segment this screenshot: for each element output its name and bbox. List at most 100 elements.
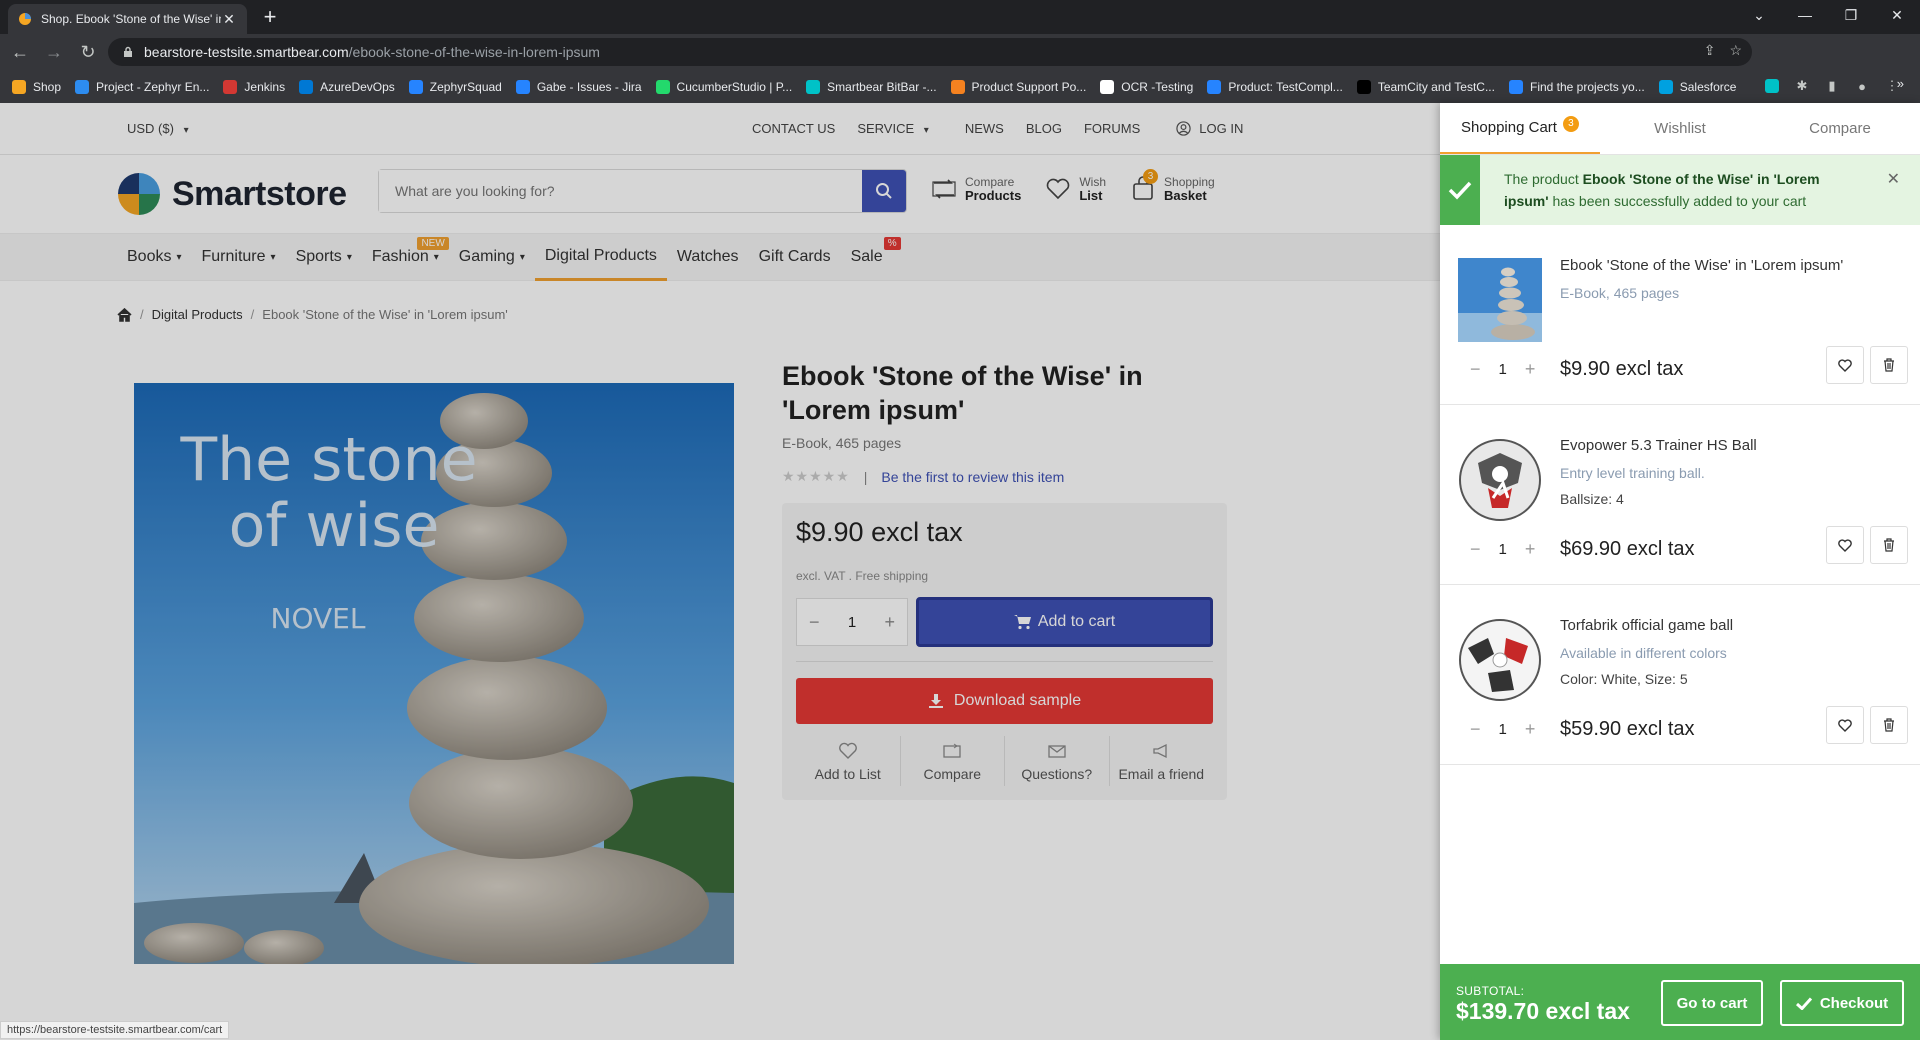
bookmark-label: Smartbear BitBar -...: [827, 79, 937, 94]
cart-quantity-stepper[interactable]: −1 +: [1470, 719, 1535, 740]
cart-quantity-stepper[interactable]: −1 +: [1470, 539, 1535, 560]
bookmark-favicon-icon: [408, 79, 423, 94]
bookmark-item[interactable]: Product: TestCompl...: [1207, 79, 1343, 94]
cart-quantity-value: 1: [1498, 721, 1507, 738]
tab-search-icon[interactable]: ⌄: [1736, 0, 1782, 30]
bookmark-favicon-icon: [1207, 79, 1222, 94]
bookmark-label: OCR -Testing: [1121, 79, 1194, 94]
cart-quantity-stepper[interactable]: −1 +: [1470, 359, 1535, 380]
move-to-wishlist-button[interactable]: [1826, 526, 1864, 564]
notice-pre: The product: [1504, 171, 1583, 187]
bookmark-favicon-icon: [12, 79, 26, 94]
tab-close-icon[interactable]: ✕: [221, 11, 237, 28]
bookmark-favicon-icon: [1356, 79, 1371, 94]
bookmark-label: Find the projects yo...: [1529, 79, 1645, 94]
bookmark-item[interactable]: CucumberStudio | P...: [655, 79, 793, 94]
bookmarks-overflow-icon[interactable]: »: [1897, 76, 1904, 91]
status-bar-url: https://bearstore-testsite.smartbear.com…: [0, 1021, 230, 1039]
tab-wishlist-label: Wishlist: [1654, 120, 1706, 137]
bookmark-item[interactable]: TeamCity and TestC...: [1356, 79, 1495, 94]
increment-icon[interactable]: +: [1525, 539, 1536, 560]
remove-item-button[interactable]: [1870, 346, 1908, 384]
move-to-wishlist-button[interactable]: [1826, 346, 1864, 384]
bookmark-item[interactable]: Shop: [12, 79, 61, 94]
cart-item: Evopower 5.3 Trainer HS Ball Entry level…: [1440, 405, 1920, 585]
increment-icon[interactable]: +: [1525, 719, 1536, 740]
cart-item-thumbnail[interactable]: [1458, 438, 1542, 522]
trash-icon: [1884, 538, 1894, 552]
bookmark-item[interactable]: Jenkins: [223, 79, 285, 94]
decrement-icon[interactable]: −: [1470, 359, 1481, 380]
browser-tab[interactable]: Shop. Ebook 'Stone of the Wise' in ✕: [8, 4, 247, 34]
book-thumbnail-image: [1458, 258, 1542, 342]
cart-item-name[interactable]: Evopower 5.3 Trainer HS Ball: [1560, 437, 1757, 454]
cart-footer: SUBTOTAL: $139.70 excl tax Go to cart Ch…: [1440, 964, 1920, 1040]
bookmark-favicon-icon: [299, 79, 314, 94]
tab-strip: Shop. Ebook 'Stone of the Wise' in ✕ + ⌄…: [0, 0, 1920, 34]
tab-wishlist[interactable]: Wishlist: [1600, 103, 1760, 154]
cart-item-desc: Available in different colors: [1560, 645, 1727, 661]
close-icon[interactable]: ✕: [1887, 169, 1900, 189]
cart-item-thumbnail[interactable]: [1458, 258, 1542, 342]
move-to-wishlist-button[interactable]: [1826, 706, 1864, 744]
bookmark-item[interactable]: OCR -Testing: [1100, 79, 1194, 94]
bookmarks-bar: Shop Project - Zephyr En... Jenkins AzureDe…: [0, 70, 1920, 103]
restore-button[interactable]: ❐: [1828, 0, 1874, 30]
back-button[interactable]: ←: [6, 38, 34, 66]
bookmark-label: Product Support Po...: [971, 79, 1087, 94]
minimize-button[interactable]: —: [1782, 0, 1828, 30]
bookmark-label: Salesforce: [1679, 79, 1737, 94]
heart-icon: [1838, 538, 1852, 552]
cart-item-price: $69.90 excl tax: [1560, 538, 1695, 560]
bookmark-item[interactable]: ZephyrSquad: [408, 79, 502, 94]
remove-item-button[interactable]: [1870, 526, 1908, 564]
url-path: /ebook-stone-of-the-wise-in-lorem-ipsum: [348, 44, 600, 60]
cart-quantity-value: 1: [1498, 361, 1507, 378]
cart-item-thumbnail[interactable]: [1458, 618, 1542, 702]
bookmark-item[interactable]: Project - Zephyr En...: [75, 79, 210, 94]
bookmark-item[interactable]: Smartbear BitBar -...: [806, 79, 937, 94]
checkout-label: Checkout: [1819, 994, 1889, 1012]
bookmark-item[interactable]: Product Support Po...: [950, 79, 1087, 94]
increment-icon[interactable]: +: [1525, 359, 1536, 380]
checkmark-icon: [1440, 155, 1480, 225]
bookmark-item[interactable]: Salesforce: [1658, 79, 1737, 94]
bookmark-favicon-icon: [1508, 79, 1523, 94]
success-notice: The product Ebook 'Stone of the Wise' in…: [1440, 155, 1920, 225]
bookmark-label: CucumberStudio | P...: [676, 79, 793, 94]
cart-item-desc: E-Book, 465 pages: [1560, 285, 1680, 301]
cart-item-name[interactable]: Ebook 'Stone of the Wise' in 'Lorem ipsu…: [1560, 257, 1843, 274]
tab-shopping-cart-label: Shopping Cart: [1461, 119, 1557, 136]
reload-button[interactable]: ↻: [74, 38, 102, 66]
heart-icon: [1838, 718, 1852, 732]
bookmark-star-icon[interactable]: ☆: [1729, 42, 1742, 59]
tab-compare-label: Compare: [1809, 120, 1871, 137]
trash-icon: [1884, 358, 1894, 372]
cart-quantity-value: 1: [1498, 541, 1507, 558]
share-icon[interactable]: ⇪: [1704, 42, 1716, 59]
bookmark-item[interactable]: Find the projects yo...: [1508, 79, 1645, 94]
bookmark-label: Product: TestCompl...: [1228, 79, 1343, 94]
decrement-icon[interactable]: −: [1470, 539, 1481, 560]
page-dim-overlay[interactable]: [0, 103, 1440, 1040]
cart-item-attributes: Color: White, Size: 5: [1560, 671, 1688, 687]
decrement-icon[interactable]: −: [1470, 719, 1481, 740]
bookmark-favicon-icon: [1100, 79, 1115, 94]
url-bar[interactable]: bearstore-testsite.smartbear.com/ebook-s…: [108, 38, 1752, 66]
close-window-button[interactable]: ✕: [1874, 0, 1920, 30]
bookmark-label: Project - Zephyr En...: [96, 79, 210, 94]
bookmark-label: ZephyrSquad: [429, 79, 502, 94]
go-to-cart-button[interactable]: Go to cart: [1661, 980, 1763, 1026]
bookmark-favicon-icon: [806, 79, 821, 94]
cart-count-badge: 3: [1562, 115, 1579, 132]
tab-shopping-cart[interactable]: Shopping Cart 3: [1440, 103, 1600, 154]
cart-item-name[interactable]: Torfabrik official game ball: [1560, 617, 1733, 634]
checkout-button[interactable]: Checkout: [1780, 980, 1904, 1026]
tab-compare[interactable]: Compare: [1760, 103, 1920, 154]
forward-button[interactable]: →: [40, 38, 68, 66]
bookmark-item[interactable]: Gabe - Issues - Jira: [515, 79, 642, 94]
remove-item-button[interactable]: [1870, 706, 1908, 744]
go-to-cart-label: Go to cart: [1676, 994, 1748, 1012]
new-tab-button[interactable]: +: [258, 5, 282, 29]
bookmark-item[interactable]: AzureDevOps: [299, 79, 395, 94]
